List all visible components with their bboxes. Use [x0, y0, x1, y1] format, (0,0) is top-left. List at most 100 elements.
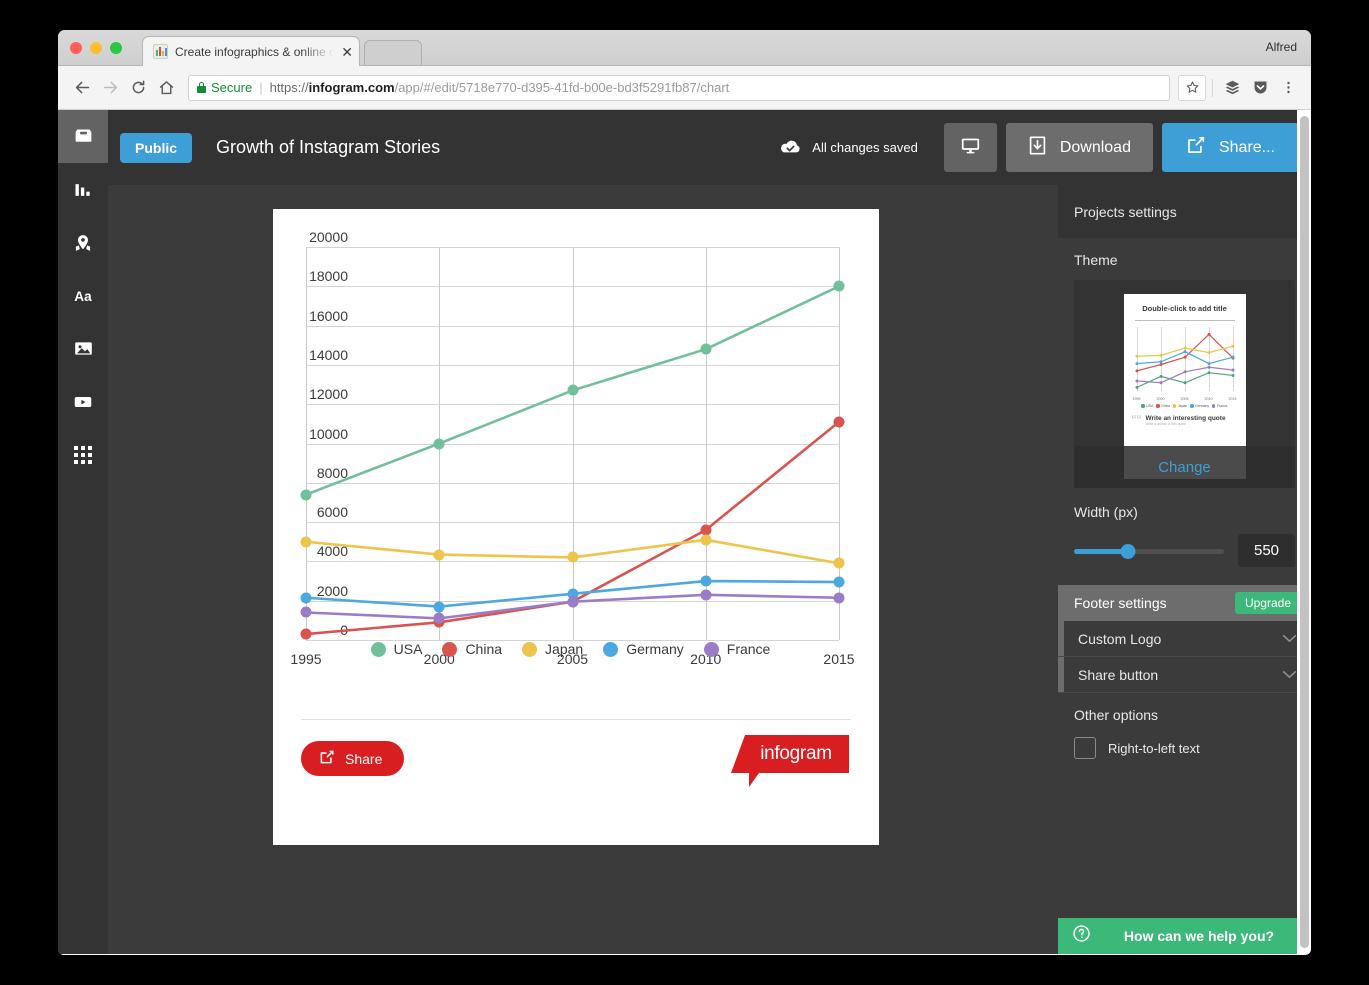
chart-data-point[interactable] [700, 534, 712, 546]
theme-quote-title: Write an interesting quote [1145, 415, 1226, 422]
thumb-legend-item: Germany [1190, 404, 1209, 408]
chart-data-point[interactable] [300, 592, 312, 604]
infogram-brand-badge[interactable]: infogram [731, 735, 849, 787]
three-dot-menu-icon[interactable] [1275, 75, 1301, 101]
sidebar-item-video[interactable] [58, 375, 108, 428]
chart-legend-item[interactable]: Germany [603, 641, 684, 657]
chart-data-point[interactable] [300, 606, 312, 618]
help-bar[interactable]: How can we help you? [1058, 918, 1311, 954]
chart-card[interactable]: 0 2000 4000 6000 8000 10000 12000 14000 16000 180… [273, 209, 879, 845]
sidebar-item-library[interactable] [58, 110, 108, 163]
sidebar-item-more[interactable] [58, 428, 108, 481]
address-bar-url: https://infogram.com/app/#/edit/5718e770… [269, 80, 730, 95]
home-icon[interactable] [152, 74, 180, 102]
chart-data-point[interactable] [300, 628, 312, 640]
app-main: Public Growth of Instagram Stories All c… [108, 110, 1311, 954]
back-arrow-icon[interactable] [68, 74, 96, 102]
rtl-checkbox-row[interactable]: Right-to-left text [1074, 737, 1295, 759]
width-slider[interactable] [1074, 542, 1224, 560]
visibility-pill[interactable]: Public [120, 132, 193, 163]
other-options-section: Other options Right-to-left text [1058, 693, 1311, 773]
chart-data-point[interactable] [833, 576, 845, 588]
theme-thumb-legend: USA China Japan Germany France [1124, 404, 1246, 408]
present-button[interactable] [943, 123, 997, 172]
thumb-legend-item: China [1156, 404, 1170, 408]
window-traffic-lights[interactable] [70, 42, 122, 54]
card-share-button[interactable]: Share [301, 741, 405, 776]
editor-canvas[interactable]: 0 2000 4000 6000 8000 10000 12000 14000 16000 180… [108, 185, 1058, 954]
share-button[interactable]: Share... [1161, 123, 1299, 172]
thumb-series-lines [1135, 332, 1234, 389]
chart-plot-area[interactable] [300, 247, 845, 641]
close-icon[interactable]: ✕ [341, 45, 353, 59]
chart-data-point[interactable] [433, 549, 445, 561]
theme-preview-box[interactable]: Double-click to add title 1995 2000 2005 20… [1074, 280, 1295, 488]
address-bar-divider: | [259, 80, 263, 95]
theme-quote-sub: Write a author of this quote [1145, 422, 1187, 426]
sidebar-item-charts[interactable] [58, 163, 108, 216]
rtl-checkbox[interactable] [1074, 737, 1096, 759]
toolbar-icons [1178, 74, 1301, 101]
chart-data-point[interactable] [700, 575, 712, 587]
pocket-extension-icon[interactable] [1247, 75, 1273, 101]
address-bar[interactable]: Secure | https://infogram.com/app/#/edit… [188, 74, 1170, 101]
new-tab-button[interactable] [364, 40, 422, 66]
accordion-share-button[interactable]: Share button [1058, 657, 1311, 693]
chart-data-point[interactable] [433, 612, 445, 624]
legend-swatch-icon [370, 641, 386, 657]
page-title[interactable]: Growth of Instagram Stories [216, 137, 440, 158]
sidebar-item-text[interactable]: Aa [58, 269, 108, 322]
sidebar-item-images[interactable] [58, 322, 108, 375]
bookmark-star-icon[interactable] [1178, 74, 1206, 101]
close-window-button[interactable] [70, 42, 82, 54]
thumb-x-label: 2010 [1204, 397, 1213, 401]
layers-extension-icon[interactable] [1219, 75, 1245, 101]
chart-data-point[interactable] [300, 536, 312, 548]
reload-icon[interactable] [124, 74, 152, 102]
slider-handle[interactable] [1120, 543, 1136, 559]
chart-data-point[interactable] [833, 557, 845, 569]
browser-tab[interactable]: Create infographics & online ch ✕ [142, 36, 360, 66]
chart-data-point[interactable] [433, 601, 445, 613]
download-button[interactable]: Download [1005, 123, 1153, 172]
chart-data-point[interactable] [433, 438, 445, 449]
upgrade-button[interactable]: Upgrade [1234, 592, 1301, 614]
chart-legend-item[interactable]: China [442, 641, 502, 657]
chart-legend[interactable]: USA China Japan Germany France [273, 641, 879, 657]
accordion-label: Custom Logo [1078, 630, 1162, 647]
chart-data-point[interactable] [700, 589, 712, 601]
minimize-window-button[interactable] [90, 42, 102, 54]
chart-data-point[interactable] [567, 551, 578, 563]
theme-thumb-minichart: 1995 2000 2005 2010 2015 [1133, 327, 1237, 401]
maximize-window-button[interactable] [110, 42, 122, 54]
card-share-label: Share [345, 750, 383, 767]
footer-settings-header: Footer settings Upgrade [1058, 585, 1311, 621]
chart-data-point[interactable] [833, 416, 845, 428]
chart-data-point[interactable] [300, 489, 312, 501]
share-export-icon [319, 749, 345, 768]
svg-text:Aa: Aa [74, 288, 92, 303]
legend-label: China [465, 641, 503, 657]
width-value-input[interactable]: 550 [1238, 534, 1295, 567]
browser-toolbar: Secure | https://infogram.com/app/#/edit… [58, 66, 1311, 110]
sidebar-item-maps[interactable] [58, 216, 108, 269]
chart-data-point[interactable] [833, 280, 845, 292]
theme-change-bar[interactable]: Change [1074, 446, 1295, 488]
chart-legend-item[interactable]: France [703, 641, 770, 657]
theme-change-link[interactable]: Change [1158, 459, 1211, 476]
share-button-label: Share... [1218, 138, 1275, 156]
chart-legend-item[interactable]: USA [370, 641, 422, 657]
chart-data-point[interactable] [567, 596, 578, 608]
chart-container[interactable]: 0 2000 4000 6000 8000 10000 12000 14000 16000 180… [273, 209, 879, 719]
chevron-down-icon [1282, 630, 1297, 648]
vertical-scrollbar[interactable] [1300, 116, 1309, 948]
settings-panel-header: Projects settings [1058, 185, 1311, 238]
legend-swatch-icon [522, 641, 538, 657]
accordion-custom-logo[interactable]: Custom Logo [1058, 621, 1311, 657]
chart-data-point[interactable] [700, 343, 712, 355]
chart-data-point[interactable] [567, 384, 578, 396]
scrollbar-thumb[interactable] [1300, 116, 1309, 948]
chart-data-point[interactable] [833, 592, 845, 604]
thumb-legend-swatch-icon [1141, 404, 1145, 408]
chart-legend-item[interactable]: Japan [522, 641, 583, 657]
